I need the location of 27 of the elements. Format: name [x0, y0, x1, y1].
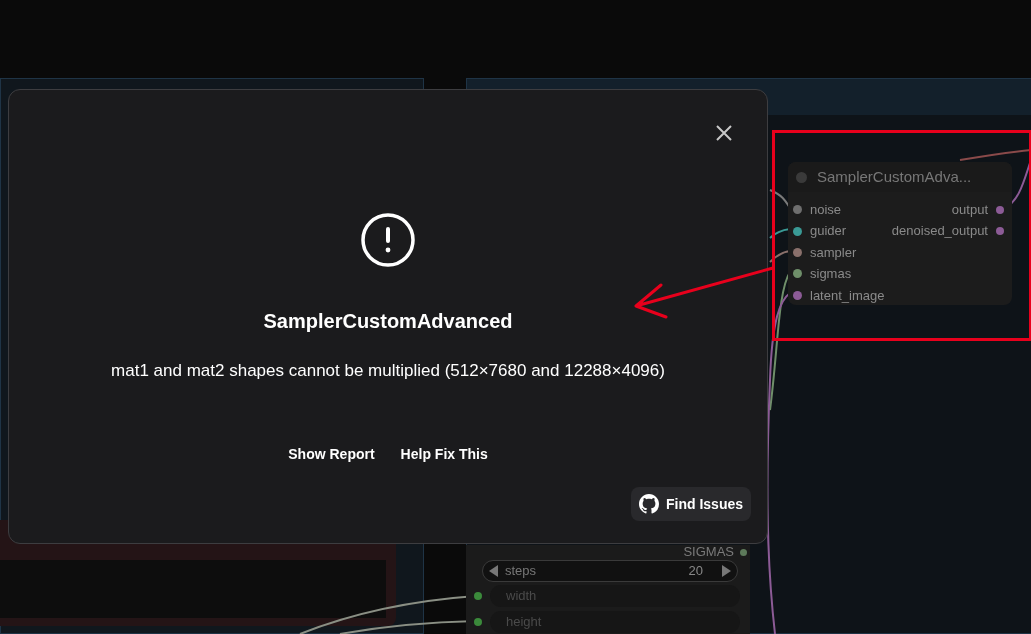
socket-label: SIGMAS [683, 545, 734, 559]
widget-label: steps [505, 562, 537, 581]
widget-value: 20 [688, 562, 703, 581]
socket-label: denoised_output [891, 222, 988, 241]
node-card[interactable]: SamplerCustomAdva... noise guider sampler sigmas latent_image output denoised_output [788, 162, 1012, 305]
text-button[interactable]: Show Report [288, 444, 375, 465]
alert-icon [360, 212, 416, 268]
socket-label: guider [810, 222, 847, 241]
node-title: SamplerCustomAdva... [817, 166, 972, 187]
right-arrow-icon [721, 565, 731, 577]
error-message: mat1 and mat2 shapes cannot be multiplied (512×7680 and 12288×4096) [111, 360, 665, 382]
left-arrow-icon [489, 565, 499, 577]
socket-label: output [951, 200, 988, 219]
wire [769, 228, 791, 239]
socket-label: sigmas [810, 265, 852, 284]
find-issues-button[interactable]: Find Issues [631, 487, 752, 521]
close-icon [716, 125, 732, 141]
socket-label: latent_image [810, 286, 885, 305]
socket-label: noise [810, 200, 842, 219]
socket-label: sampler [810, 243, 857, 262]
close-button[interactable] [714, 123, 734, 143]
dialog-title: SamplerCustomAdvanced [263, 309, 513, 334]
wire [769, 189, 791, 209]
wire [769, 250, 791, 263]
text-button[interactable]: Help Fix This [400, 444, 488, 465]
github-icon [639, 494, 659, 514]
number-widget[interactable]: steps 20 [482, 560, 738, 582]
